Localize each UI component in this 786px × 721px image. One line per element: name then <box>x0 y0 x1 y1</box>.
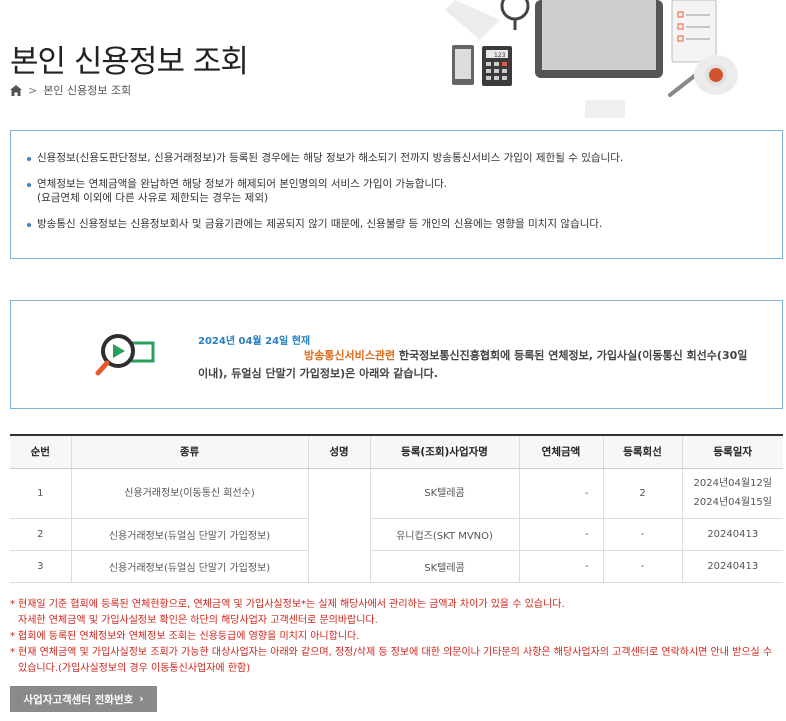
magnifier-video-icon <box>95 329 159 383</box>
table-row: 2 신용거래정보(듀얼심 단말기 가입정보) 유니컵즈(SKT MVNO) - … <box>10 518 783 551</box>
cell-company: SK텔레콤 <box>369 468 519 519</box>
cell-date: 2024년04월12일 2024년04월15일 <box>681 468 783 519</box>
chevron-right-icon: › <box>139 693 144 705</box>
cell-no: 2 <box>10 518 71 551</box>
page-title: 본인 신용정보 조회 <box>10 44 249 80</box>
cell-date: 20240413 <box>681 518 783 551</box>
cell-no: 1 <box>10 468 71 519</box>
company-phone-button[interactable]: 사업자고객센터 전화번호 › <box>10 686 157 712</box>
header-amount: 연체금액 <box>518 434 603 469</box>
notice-item-sub: (요금연체 이외에 다른 사유로 제한되는 경우는 제외) <box>37 192 269 204</box>
table-row: 3 신용거래정보(듀얼심 단말기 가입정보) SK텔레콤 - - 2024041… <box>10 550 783 583</box>
cell-type: 신용거래정보(듀얼심 단말기 가입정보) <box>70 550 308 583</box>
status-message: 방송통신서비스관련 한국정보통신진흥협회에 등록된 연체정보, 가입사실(이동통… <box>198 349 748 380</box>
cell-name <box>307 468 370 583</box>
header-illustration: 123 <box>440 0 786 118</box>
footnote: 현재일 기준 협회에 등록된 연체현황으로, 연체금액 및 가입사실정보*는 실… <box>10 597 783 613</box>
notice-item: 신용정보(신용도판단정보, 신용거래정보)가 등록된 경우에는 해당 정보가 해… <box>27 151 766 165</box>
table-header-row: 순번 종류 성명 등록(조회)사업자명 연체금액 등록회선 등록일자 <box>10 434 783 469</box>
table-row: 1 신용거래정보(이동통신 회선수) SK텔레콤 - 2 2024년04월12일… <box>10 468 783 583</box>
footnote: 현재 연체금액 및 가입사실정보 조회가 가능한 대상사업자는 아래와 같으며,… <box>10 645 783 677</box>
svg-text:123: 123 <box>494 52 506 59</box>
status-highlight: 방송통신서비스관련 <box>304 349 396 362</box>
cell-lines: - <box>602 518 682 551</box>
status-date: 2024년 04월 24일 현재 <box>198 336 311 347</box>
footnote: 협회에 등록된 연체정보와 연체정보 조회는 신용등급에 영향을 미치지 아니합… <box>10 629 783 645</box>
chevron-right-icon: > <box>28 83 38 97</box>
notice-box: 신용정보(신용도판단정보, 신용거래정보)가 등록된 경우에는 해당 정보가 해… <box>10 130 783 259</box>
cell-lines: - <box>602 550 682 583</box>
credit-info-table: 순번 종류 성명 등록(조회)사업자명 연체금액 등록회선 등록일자 1 신용거… <box>10 434 783 583</box>
cell-company: 유니컵즈(SKT MVNO) <box>369 518 519 551</box>
notice-item: 방송통신 신용정보는 신용정보회사 및 금융기관에는 제공되지 않기 때문에, … <box>27 217 766 231</box>
cell-company: SK텔레콤 <box>369 550 519 583</box>
header-no: 순번 <box>10 434 71 469</box>
header-company: 등록(조회)사업자명 <box>369 434 519 469</box>
breadcrumb-current: 본인 신용정보 조회 <box>43 84 132 97</box>
cell-no: 3 <box>10 550 71 583</box>
header-date: 등록일자 <box>681 434 783 469</box>
breadcrumb: > 본인 신용정보 조회 <box>10 82 131 98</box>
header-lines: 등록회선 <box>602 434 682 469</box>
header-type: 종류 <box>70 434 308 469</box>
cell-lines: 2 <box>602 468 682 519</box>
home-icon[interactable] <box>10 84 22 96</box>
cell-amount: - <box>518 518 603 551</box>
notice-item: 연체정보는 연체금액을 완납하면 해당 정보가 해제되어 본인명의의 서비스 가… <box>27 177 766 205</box>
cell-type: 신용거래정보(이동통신 회선수) <box>70 468 308 519</box>
footnote-continued: 자세한 연체금액 및 가입사실정보 확인은 하단의 해당사업자 고객센터로 문의… <box>18 615 378 626</box>
cell-amount: - <box>518 468 603 519</box>
footnotes: 현재일 기준 협회에 등록된 연체현황으로, 연체금액 및 가입사실정보*는 실… <box>10 597 783 677</box>
cell-amount: - <box>518 550 603 583</box>
cell-type: 신용거래정보(듀얼심 단말기 가입정보) <box>70 518 308 551</box>
status-box: 2024년 04월 24일 현재 방송통신서비스관련 한국정보통신진흥협회에 등… <box>10 300 783 409</box>
header-name: 성명 <box>307 434 370 469</box>
cell-date: 20240413 <box>681 550 783 583</box>
